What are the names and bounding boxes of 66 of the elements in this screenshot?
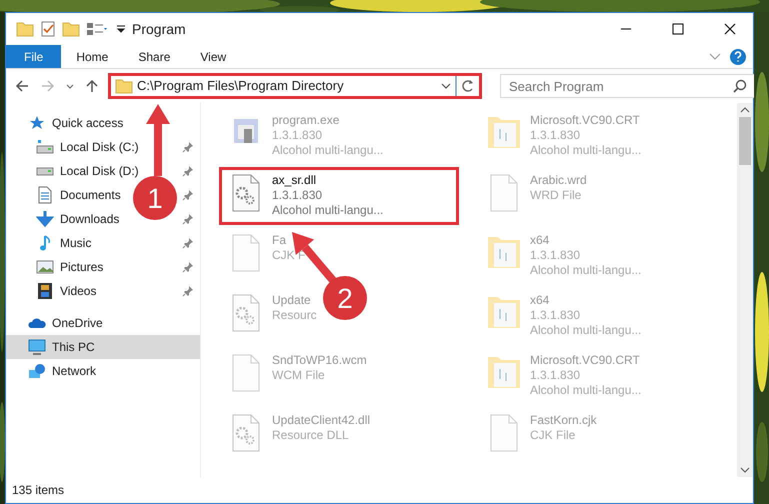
customize-caret-icon[interactable] bbox=[116, 24, 126, 34]
file-detail: Alcohol multi-langu... bbox=[530, 323, 642, 338]
ribbon-tab[interactable]: File bbox=[6, 45, 62, 68]
file-item[interactable]: ax_sr.dll 1.3.1.830 Alcohol multi-langu... bbox=[219, 167, 459, 225]
star-icon bbox=[28, 114, 46, 132]
folder-icon bbox=[115, 77, 133, 95]
item-count: 135 items bbox=[12, 482, 64, 499]
ribbon-tab[interactable]: Home bbox=[61, 45, 124, 68]
file-detail: Alcohol multi-langu... bbox=[272, 143, 384, 158]
sidebar-item[interactable]: Network bbox=[52, 362, 96, 380]
sidebar-item[interactable]: Pictures bbox=[60, 258, 104, 276]
film-icon bbox=[37, 282, 53, 300]
file-detail: 1.3.1.830 bbox=[272, 128, 322, 143]
sidebar-item[interactable]: Downloads bbox=[60, 210, 120, 228]
search-field[interactable]: Search Program bbox=[500, 74, 755, 98]
file-detail: CJK File bbox=[530, 428, 576, 443]
computer-icon bbox=[28, 338, 46, 356]
close-icon bbox=[723, 23, 737, 35]
ribbon-tab[interactable]: Share bbox=[123, 45, 186, 68]
file-detail: WCM File bbox=[272, 368, 325, 383]
properties-icon[interactable] bbox=[40, 20, 56, 38]
file-detail: Alcohol multi-langu... bbox=[530, 263, 642, 278]
step-badge: 1 bbox=[133, 176, 177, 220]
file-detail: 1.3.1.830 bbox=[530, 368, 580, 383]
sidebar-item[interactable]: OneDrive bbox=[52, 314, 103, 332]
maximize-icon bbox=[671, 23, 685, 35]
file-detail: Resourc bbox=[272, 308, 317, 323]
help-icon[interactable] bbox=[729, 48, 747, 66]
file-name[interactable]: ax_sr.dll bbox=[272, 173, 316, 188]
back-arrow-icon bbox=[14, 78, 30, 94]
cloud-icon bbox=[28, 317, 46, 329]
step-badge: 2 bbox=[323, 276, 367, 320]
caret-icon bbox=[66, 84, 74, 88]
expand-ribbon-icon[interactable] bbox=[709, 52, 721, 60]
document-icon bbox=[38, 186, 52, 204]
file-detail: Resource DLL bbox=[272, 428, 349, 443]
network-icon bbox=[28, 362, 46, 380]
download-icon bbox=[36, 210, 54, 228]
recent-locations-button[interactable] bbox=[64, 84, 76, 88]
forward-arrow-icon bbox=[40, 78, 56, 94]
drive-icon bbox=[36, 166, 54, 176]
file-detail: 1.3.1.830 bbox=[530, 248, 580, 263]
file-detail: Alcohol multi-langu... bbox=[272, 203, 384, 218]
file-detail: Alcohol multi-langu... bbox=[530, 383, 642, 398]
file-detail: 1.3.1.830 bbox=[530, 128, 580, 143]
sidebar-item[interactable]: Documents bbox=[60, 186, 121, 204]
file-detail: WRD File bbox=[530, 188, 582, 203]
drive-icon bbox=[36, 140, 54, 154]
scrollbar-thumb[interactable] bbox=[739, 117, 751, 165]
annotation-arrow bbox=[146, 104, 170, 176]
window-title: Program bbox=[132, 20, 186, 39]
sidebar-item[interactable]: This PC bbox=[6, 335, 200, 359]
sidebar-item[interactable]: Local Disk (C:) bbox=[60, 138, 139, 156]
dropdown-caret-icon bbox=[441, 83, 451, 89]
ribbon-tab[interactable]: View bbox=[185, 45, 242, 68]
up-arrow-icon bbox=[84, 78, 100, 94]
file-detail: 1.3.1.830 bbox=[530, 308, 580, 323]
sidebar-item[interactable]: Videos bbox=[60, 282, 96, 300]
music-note-icon bbox=[39, 234, 51, 252]
address-field[interactable]: C:\Program Files\Program Directory bbox=[108, 73, 482, 99]
picture-icon bbox=[36, 260, 54, 274]
file-detail: Alcohol multi-langu... bbox=[530, 143, 642, 158]
sidebar-item[interactable]: Quick access bbox=[52, 114, 124, 132]
view-icon[interactable] bbox=[86, 20, 110, 38]
file-detail: 1.3.1.830 bbox=[272, 188, 322, 203]
sidebar-item[interactable]: Music bbox=[60, 234, 92, 252]
